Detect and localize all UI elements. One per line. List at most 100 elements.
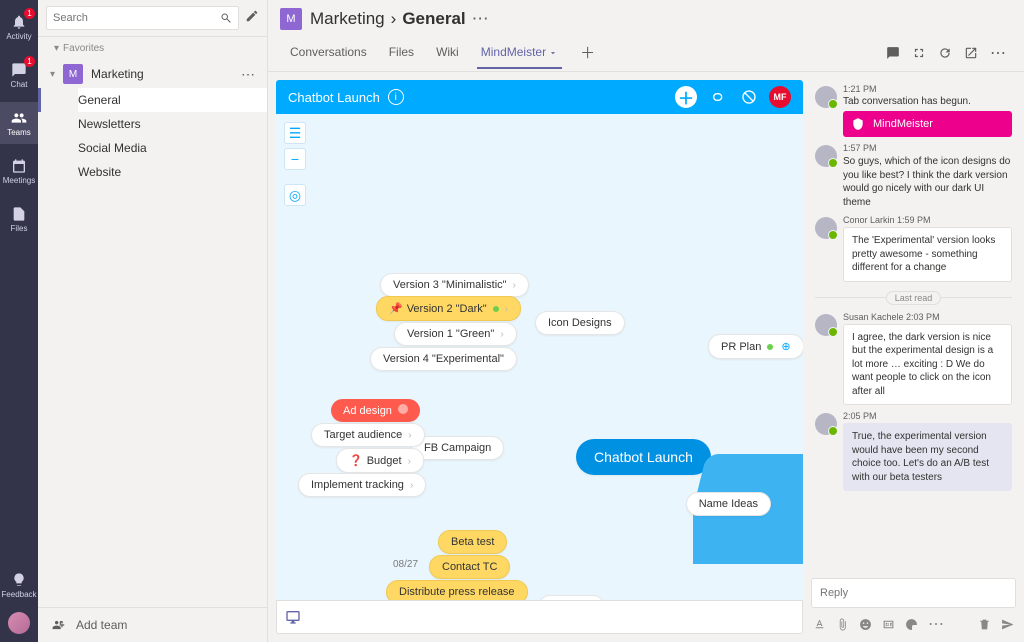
node-v3[interactable]: Version 3 "Minimalistic"› [380,273,529,297]
team-row[interactable]: ▾ M Marketing ⋯ [38,60,267,88]
msg-text: Tab conversation has begun. [843,96,1012,107]
team-name: Marketing [91,67,144,81]
compose-icon[interactable] [245,9,259,28]
msg-meta: Conor Larkin 1:59 PM [843,215,1012,225]
node-timeline[interactable]: Timeline [538,595,605,600]
node-v1[interactable]: Version 1 "Green"› [394,322,517,346]
breadcrumb: Marketing›General⋯ [310,9,489,29]
chat-badge: 1 [24,56,35,67]
node-target-audience[interactable]: Target audience› [311,423,425,447]
refresh-icon[interactable] [938,46,952,60]
rail-chat[interactable]: Chat 1 [0,54,38,96]
chat-panel: 1:21 PM Tab conversation has begun. Mind… [811,80,1016,634]
canvas-menu-button[interactable]: ☰ [284,122,306,144]
node-center[interactable]: Chatbot Launch [576,439,711,475]
gif-icon[interactable] [882,618,895,631]
last-read-marker: Last read [815,288,1012,306]
attach-icon[interactable] [836,618,849,631]
msg-meta: Susan Kachele 2:03 PM [843,312,1012,322]
msg-text: True, the experimental version would hav… [843,423,1012,491]
node-v2[interactable]: 📌Version 2 "Dark"› [376,296,521,321]
mindmeister-card[interactable]: MindMeister [843,111,1012,137]
reply-input[interactable] [820,587,1007,599]
zoom-out-button[interactable]: − [284,148,306,170]
search-icon [220,12,232,24]
node-icon-designs[interactable]: Icon Designs [535,311,625,335]
more-compose-icon[interactable]: ⋯ [928,614,944,634]
node-contact-tc[interactable]: Contact TC [429,555,510,579]
rail-meetings[interactable]: Meetings [0,150,38,192]
more-icon[interactable]: ⋯ [990,43,1006,63]
open-chat-icon[interactable] [886,46,900,60]
monitor-icon [285,609,301,625]
node-budget[interactable]: ❓Budget› [336,448,424,473]
tab-files[interactable]: Files [379,37,424,68]
node-implement-tracking[interactable]: Implement tracking› [298,473,426,497]
tabs-row: Conversations Files Wiki MindMeister ＋ ⋯ [268,34,1024,72]
rail-teams[interactable]: Teams [0,102,38,144]
main-area: M Marketing›General⋯ Conversations Files… [268,0,1024,642]
node-fb-campaign[interactable]: FB Campaign [411,436,504,460]
node-ad-design[interactable]: Ad design [331,399,420,422]
node-v4[interactable]: Version 4 "Experimental" [370,347,517,371]
tab-conversations[interactable]: Conversations [280,37,377,68]
format-icon[interactable] [813,618,826,631]
tab-wiki[interactable]: Wiki [426,37,469,68]
channel-general[interactable]: General [78,88,267,112]
emoji-icon[interactable] [859,618,872,631]
app-toolbar: Chatbot Launch i ＋ MF [276,80,803,114]
node-beta-test[interactable]: Beta test [438,530,507,554]
search-box[interactable] [46,6,239,30]
avatar [815,314,837,336]
avatar [815,86,837,108]
msg-text: The 'Experimental' version looks pretty … [843,227,1012,282]
node-name-ideas[interactable]: Name Ideas [686,492,771,516]
msg-meta: 1:57 PM [843,143,1012,153]
chevron-down-icon [546,45,558,59]
user-badge[interactable]: MF [769,86,791,108]
msg-meta: 1:21 PM [843,84,1012,94]
add-node-button[interactable]: ＋ [675,86,697,108]
header-team-icon: M [280,8,302,30]
add-tab-button[interactable]: ＋ [570,34,605,71]
activity-badge: 1 [24,8,35,19]
delete-icon[interactable] [978,618,991,631]
channel-website[interactable]: Website [78,160,267,184]
map-title: Chatbot Launch [288,90,380,105]
mindmap-canvas[interactable]: ＋ − ◎ ☰ Chatbot Launch Icon Designs Vers… [276,114,803,600]
connect-icon[interactable] [705,85,729,109]
favorites-header[interactable]: ▾ Favorites [38,37,267,60]
node-dist-press[interactable]: Distribute press release [386,580,528,600]
channel-sidebar: ▾ Favorites ▾ M Marketing ⋯ General News… [38,0,268,642]
app-rail: Activity 1 Chat 1 Teams Meetings Files F… [0,0,38,642]
reply-box[interactable] [811,578,1016,608]
expand-icon[interactable] [912,46,926,60]
compose-bar[interactable] [276,600,803,634]
team-icon: M [63,64,83,84]
team-more-icon[interactable]: ⋯ [241,66,255,83]
send-icon[interactable] [1001,618,1014,631]
msg-meta: 2:05 PM [843,411,1012,421]
rail-activity[interactable]: Activity 1 [0,6,38,48]
search-input[interactable] [53,12,220,24]
channel-social-media[interactable]: Social Media [78,136,267,160]
node-pr-plan[interactable]: PR Plan⊕ [708,334,803,359]
mindmeister-panel: Chatbot Launch i ＋ MF [276,80,803,634]
channel-newsletters[interactable]: Newsletters [78,112,267,136]
info-icon[interactable]: i [388,89,404,105]
rail-files[interactable]: Files [0,198,38,240]
rail-feedback[interactable]: Feedback [0,564,38,606]
locate-button[interactable]: ◎ [284,184,306,206]
popout-icon[interactable] [964,46,978,60]
user-avatar[interactable] [8,612,30,634]
avatar [815,413,837,435]
add-team-button[interactable]: Add team [38,607,267,642]
sticker-icon[interactable] [905,618,918,631]
avatar [815,145,837,167]
avatar [815,217,837,239]
block-icon[interactable] [737,85,761,109]
msg-text: I agree, the dark version is nice but th… [843,324,1012,406]
date-0827: 08/27 [393,559,418,570]
tab-mindmeister[interactable]: MindMeister [471,37,568,68]
msg-text: So guys, which of the icon designs do yo… [843,155,1012,209]
